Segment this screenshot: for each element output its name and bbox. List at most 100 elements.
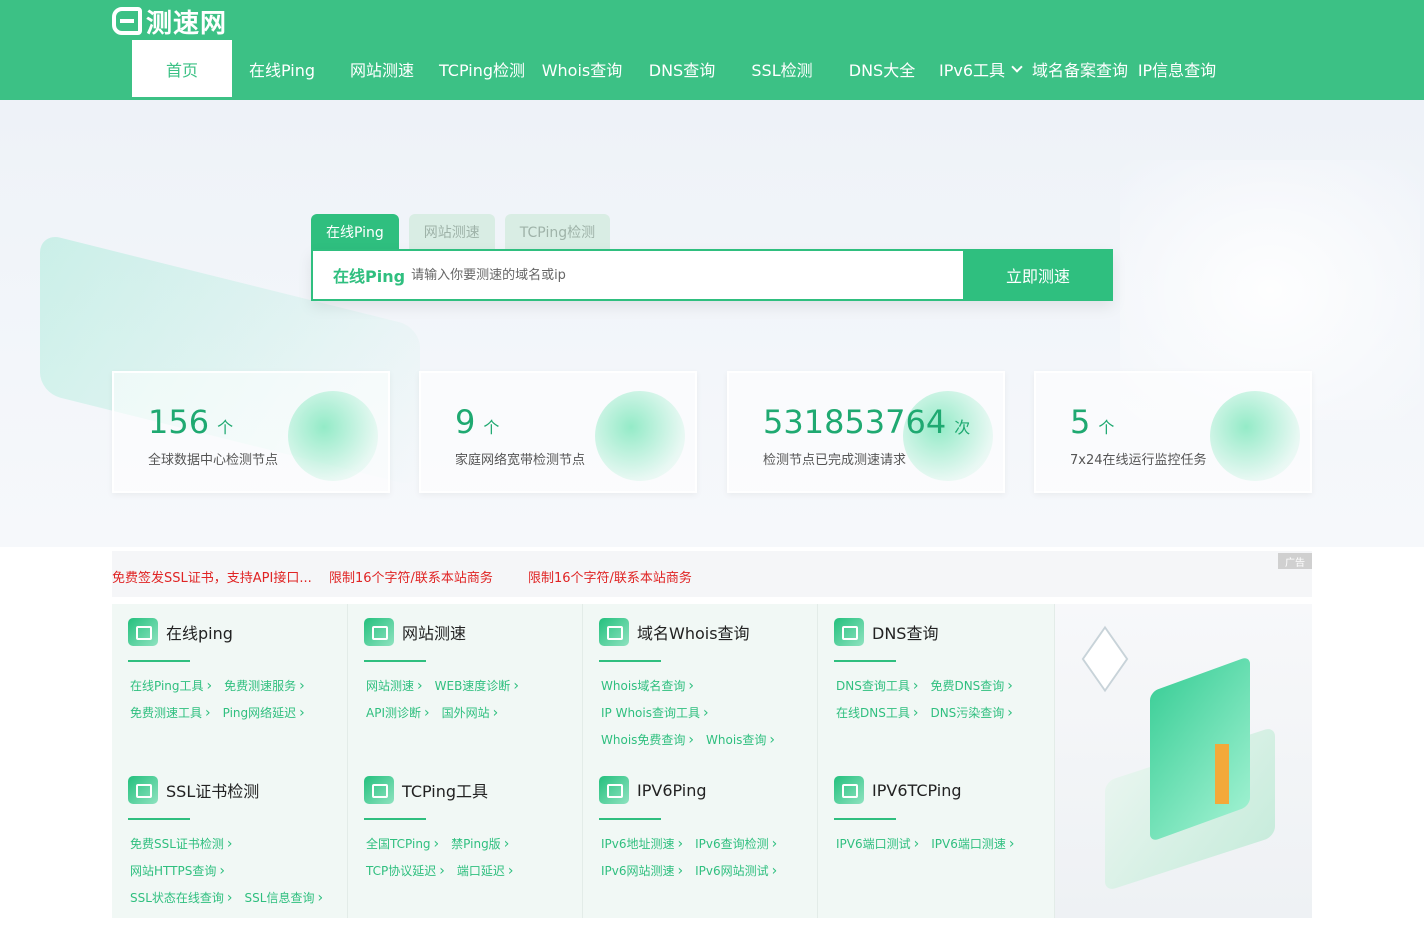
ipv6-tcping-icon <box>834 776 864 804</box>
tool-title[interactable]: IPV6TCPing <box>872 781 962 800</box>
nav-ssl[interactable]: SSL检测 <box>732 40 832 97</box>
nav-ping[interactable]: 在线Ping <box>232 40 332 97</box>
tool-link[interactable]: IP Whois查询工具 <box>601 705 709 722</box>
hero-section: 在线Ping 网站测速 TCPing检测 在线Ping 立即测速 156 个 全… <box>0 100 1424 547</box>
tool-link[interactable]: SSL信息查询 <box>245 890 324 907</box>
ad-link[interactable]: 免费签发SSL证书，支持API接口... <box>112 567 312 586</box>
tool-link[interactable]: SSL状态在线查询 <box>130 890 233 907</box>
stat-value: 5 <box>1070 403 1091 441</box>
title-underline <box>599 660 661 662</box>
tool-card-whois: 域名Whois查询 Whois域名查询 IP Whois查询工具 Whois免费… <box>583 604 818 762</box>
nav-dns-list[interactable]: DNS大全 <box>832 40 932 97</box>
tool-title[interactable]: IPV6Ping <box>637 781 707 800</box>
tool-link[interactable]: WEB速度诊断 <box>435 678 519 695</box>
tool-title[interactable]: TCPing工具 <box>402 778 488 802</box>
tool-link[interactable]: IPv6网站测速 <box>601 863 683 880</box>
title-underline <box>599 818 661 820</box>
tool-link[interactable]: IPV6端口测试 <box>836 836 919 853</box>
tool-link[interactable]: 免费DNS查询 <box>930 678 1012 695</box>
tool-links: 网站测速 WEB速度诊断 API测诊断 国外网站 <box>366 678 571 722</box>
tool-link[interactable]: Ping网络延迟 <box>223 705 305 722</box>
tools-grid: 在线ping 在线Ping工具 免费测速服务 免费测速工具 Ping网络延迟 网… <box>112 604 1055 918</box>
tool-link[interactable]: DNS查询工具 <box>836 678 918 695</box>
nav-whois[interactable]: Whois查询 <box>532 40 632 97</box>
tool-link[interactable]: Whois查询 <box>706 732 775 749</box>
dns-icon <box>834 618 864 646</box>
tool-link[interactable]: 全国TCPing <box>366 836 439 853</box>
tool-link[interactable]: 免费测速服务 <box>224 678 305 695</box>
nav-ip-info[interactable]: IP信息查询 <box>1132 40 1222 97</box>
tab-ping[interactable]: 在线Ping <box>311 214 399 250</box>
speed-test-button[interactable]: 立即测速 <box>963 249 1113 301</box>
ad-link[interactable]: 限制16个字符/联系本站商务 <box>528 567 692 586</box>
stat-value: 156 <box>148 403 210 441</box>
tool-link[interactable]: 免费测速工具 <box>130 705 211 722</box>
tool-link[interactable]: Whois免费查询 <box>601 732 694 749</box>
tool-head: 网站测速 <box>364 618 466 646</box>
tool-title[interactable]: 网站测速 <box>402 620 466 644</box>
nav-tcping[interactable]: TCPing检测 <box>432 40 532 97</box>
tool-link[interactable]: API测诊断 <box>366 705 430 722</box>
decorative-illustration <box>1055 604 1312 918</box>
tool-link[interactable]: IPV6端口测速 <box>931 836 1014 853</box>
stat-value-wrap: 9 个 <box>455 403 499 441</box>
tool-link[interactable]: 禁Ping版 <box>451 836 509 853</box>
tool-link[interactable]: TCP协议延迟 <box>366 863 445 880</box>
tool-link[interactable]: 免费SSL证书检测 <box>130 836 233 853</box>
stat-unit: 次 <box>954 418 971 437</box>
tool-title[interactable]: 域名Whois查询 <box>637 620 750 644</box>
tool-link[interactable]: 国外网站 <box>442 705 499 722</box>
site-logo[interactable]: 测速网 <box>112 4 227 39</box>
tool-title[interactable]: SSL证书检测 <box>166 778 259 802</box>
title-underline <box>364 818 426 820</box>
tool-title[interactable]: 在线ping <box>166 620 233 644</box>
tool-link[interactable]: 网站测速 <box>366 678 423 695</box>
tool-link[interactable]: Whois域名查询 <box>601 678 694 695</box>
tool-link[interactable]: IPv6查询检测 <box>695 836 777 853</box>
tool-title[interactable]: DNS查询 <box>872 620 938 644</box>
stat-card: 5 个 7x24在线运行监控任务 <box>1034 371 1312 493</box>
nav-website-speed[interactable]: 网站测速 <box>332 40 432 97</box>
search-input[interactable] <box>405 251 963 299</box>
ad-bar: 免费签发SSL证书，支持API接口... 限制16个字符/联系本站商务 限制16… <box>112 551 1312 597</box>
top-header: 测速网 首页 在线Ping 网站测速 TCPing检测 Whois查询 DNS查… <box>0 0 1424 100</box>
tool-head: 域名Whois查询 <box>599 618 750 646</box>
tcping-icon <box>364 776 394 804</box>
tool-link[interactable]: IPv6地址测速 <box>601 836 683 853</box>
tool-link[interactable]: 在线Ping工具 <box>130 678 212 695</box>
main-nav: 首页 在线Ping 网站测速 TCPing检测 Whois查询 DNS查询 SS… <box>132 40 1222 97</box>
search-tabs: 在线Ping 网站测速 TCPing检测 <box>311 214 611 250</box>
tool-head: DNS查询 <box>834 618 938 646</box>
tool-card-dns: DNS查询 DNS查询工具 免费DNS查询 在线DNS工具 DNS污染查询 <box>818 604 1055 762</box>
nav-icp[interactable]: 域名备案查询 <box>1028 40 1132 97</box>
logo-e-icon <box>112 7 142 35</box>
tool-link[interactable]: 网站HTTPS查询 <box>130 863 225 880</box>
stat-desc: 全球数据中心检测节点 <box>148 453 279 468</box>
whois-icon <box>599 618 629 646</box>
tool-link[interactable]: 端口延迟 <box>457 863 514 880</box>
nav-dns[interactable]: DNS查询 <box>632 40 732 97</box>
ping-icon <box>128 618 158 646</box>
tab-tcping[interactable]: TCPing检测 <box>504 214 611 250</box>
stat-unit: 个 <box>217 418 234 437</box>
tool-card-website-speed: 网站测速 网站测速 WEB速度诊断 API测诊断 国外网站 <box>348 604 583 762</box>
title-underline <box>834 660 896 662</box>
tab-website-speed[interactable]: 网站测速 <box>408 214 495 250</box>
title-underline <box>128 818 190 820</box>
stat-value-wrap: 531853764 次 <box>763 403 970 441</box>
user-icon <box>595 391 685 481</box>
ssl-icon <box>128 776 158 804</box>
stat-value-wrap: 5 个 <box>1070 403 1114 441</box>
ipv6-ping-icon <box>599 776 629 804</box>
tool-link[interactable]: IPv6网站测试 <box>695 863 777 880</box>
nav-ipv6-tools[interactable]: IPv6工具 <box>932 40 1028 97</box>
stat-unit: 个 <box>1098 418 1115 437</box>
tool-link[interactable]: 在线DNS工具 <box>836 705 918 722</box>
tool-link[interactable]: DNS污染查询 <box>930 705 1012 722</box>
ad-link[interactable]: 限制16个字符/联系本站商务 <box>329 567 493 586</box>
tool-card-ipv6-ping: IPV6Ping IPv6地址测速 IPv6查询检测 IPv6网站测速 IPv6… <box>583 762 818 918</box>
tool-links: IPV6端口测试 IPV6端口测速 <box>836 836 1041 853</box>
website-speed-icon <box>364 618 394 646</box>
stat-value: 531853764 <box>763 403 947 441</box>
nav-home[interactable]: 首页 <box>132 40 232 97</box>
